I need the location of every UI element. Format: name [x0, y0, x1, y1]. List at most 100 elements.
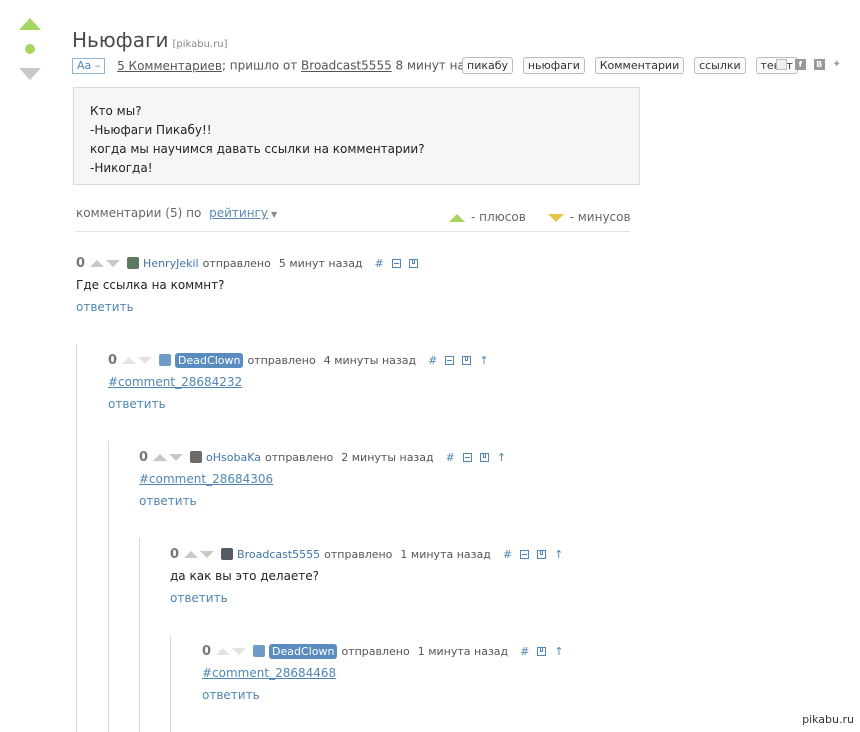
- post-body-line: Кто мы?: [90, 104, 142, 118]
- parent-arrow-icon[interactable]: ↑: [554, 548, 563, 561]
- reply-link[interactable]: ответить: [108, 397, 497, 413]
- post-vote: [18, 18, 44, 80]
- sent-label: отправлено: [265, 450, 334, 464]
- comment-author[interactable]: Broadcast5555: [237, 548, 320, 561]
- reply-link[interactable]: ответить: [170, 591, 571, 607]
- upvote-icon[interactable]: [122, 356, 137, 364]
- downvote-icon[interactable]: [200, 550, 215, 558]
- reply-link[interactable]: ответить: [139, 494, 514, 510]
- comment-author[interactable]: HenryJekil: [143, 257, 199, 270]
- save-icon[interactable]: [408, 259, 418, 268]
- share-icons: f B ✦: [776, 59, 841, 73]
- post-source: [pikabu.ru]: [172, 39, 228, 50]
- chevron-down-icon[interactable]: ▼: [271, 210, 277, 219]
- collapse-icon[interactable]: [391, 259, 401, 268]
- save-icon[interactable]: [537, 550, 547, 559]
- comments-count-label: комментарии (5) по: [76, 206, 202, 220]
- save-icon[interactable]: [776, 59, 787, 70]
- sort-dropdown[interactable]: рейтингу: [209, 206, 268, 220]
- hash-link-icon[interactable]: #: [503, 548, 512, 561]
- post-body-line: когда мы научимся давать ссылки на комме…: [90, 142, 425, 156]
- hash-link-icon[interactable]: #: [375, 257, 384, 270]
- post-body-line: -Ньюфаги Пикабу!!: [90, 123, 212, 137]
- comment-actions: # ↑: [428, 354, 496, 367]
- parent-arrow-icon[interactable]: ↑: [479, 354, 488, 367]
- comment-header: 0 DeadClown отправлено 4 минуты назад # ↑: [108, 352, 497, 368]
- comment-author[interactable]: oHsobaKa: [206, 451, 261, 464]
- downvote-icon[interactable]: [169, 453, 184, 461]
- comment-link[interactable]: #comment_28684468: [202, 666, 572, 682]
- plus-legend-label: - плюсов: [471, 210, 526, 224]
- save-icon[interactable]: [479, 453, 489, 462]
- came-from-label: ; пришло от: [221, 58, 298, 73]
- twitter-icon[interactable]: ✦: [832, 59, 840, 70]
- upvote-icon[interactable]: [153, 453, 168, 461]
- facebook-icon[interactable]: f: [794, 59, 806, 70]
- comment-rating: 0: [170, 546, 180, 562]
- minus-legend-label: - минусов: [569, 210, 631, 224]
- comment-time: 2 минуты назад: [341, 450, 434, 464]
- vk-icon[interactable]: B: [813, 59, 825, 70]
- thread-line: [170, 635, 171, 732]
- thread-line: [108, 441, 109, 732]
- comment-link[interactable]: #comment_28684306: [139, 472, 514, 488]
- save-icon[interactable]: [462, 356, 472, 365]
- upvote-icon[interactable]: [90, 259, 105, 267]
- tag-links[interactable]: ссылки: [694, 57, 746, 74]
- hash-link-icon[interactable]: #: [428, 354, 437, 367]
- reply-link[interactable]: ответить: [76, 300, 426, 316]
- downvote-icon[interactable]: [232, 647, 247, 655]
- comment-link[interactable]: #comment_28684232: [108, 375, 497, 391]
- thread-line: [139, 538, 140, 732]
- downvote-icon[interactable]: [106, 259, 121, 267]
- post-body-line: -Никогда!: [90, 161, 153, 175]
- comment-time: 5 минут назад: [278, 256, 363, 270]
- comment-text: да как вы это делаете?: [170, 569, 320, 583]
- tag-comments[interactable]: Комментарии: [594, 57, 685, 74]
- parent-arrow-icon[interactable]: ↑: [554, 645, 563, 658]
- post-meta: Aa – 5 Комментариев; пришло от Broadcast…: [72, 57, 848, 78]
- hash-link-icon[interactable]: #: [446, 451, 455, 464]
- watermark: pikabu.ru: [802, 713, 854, 726]
- font-size-toggle[interactable]: Aa –: [72, 58, 106, 74]
- tag-newfags[interactable]: ньюфаги: [522, 57, 585, 74]
- comment-rating: 0: [76, 255, 86, 271]
- comments-count-link[interactable]: 5 Комментариев: [117, 59, 222, 73]
- reply-link[interactable]: ответить: [202, 688, 572, 704]
- upvote-icon[interactable]: [184, 550, 199, 558]
- post-author-link[interactable]: Broadcast5555: [301, 59, 392, 73]
- comment-author[interactable]: DeadClown: [175, 352, 244, 368]
- post-title[interactable]: Ньюфаги: [72, 28, 169, 52]
- comment-author[interactable]: DeadClown: [269, 643, 338, 659]
- collapse-icon[interactable]: [445, 356, 455, 365]
- sent-label: отправлено: [324, 547, 393, 561]
- comment-time: 4 минуты назад: [323, 353, 417, 367]
- comment-header: 0 DeadClown отправлено 1 минута назад # ↑: [202, 643, 572, 659]
- avatar: [190, 451, 203, 463]
- collapse-icon[interactable]: [462, 453, 472, 462]
- avatar: [221, 548, 234, 560]
- post-body: Кто мы? -Ньюфаги Пикабу!! когда мы научи…: [73, 87, 640, 185]
- parent-arrow-icon[interactable]: ↑: [497, 451, 506, 464]
- upvote-icon[interactable]: [216, 647, 231, 655]
- save-icon[interactable]: [537, 647, 547, 656]
- comment-actions: # ↑: [520, 645, 571, 658]
- downvote-icon[interactable]: [138, 356, 153, 364]
- sent-label: отправлено: [341, 644, 410, 658]
- comment: 0 DeadClown отправлено 4 минуты назад # ↑…: [108, 352, 497, 413]
- downvote-icon[interactable]: [19, 68, 41, 80]
- tag-pikabu[interactable]: пикабу: [462, 57, 514, 74]
- avatar: [127, 257, 140, 269]
- thread-line: [76, 344, 77, 732]
- avatar: [159, 354, 172, 366]
- hash-link-icon[interactable]: #: [520, 645, 529, 658]
- sent-label: отправлено: [202, 256, 271, 270]
- comment-time: 1 минута назад: [417, 644, 509, 658]
- comment: 0 DeadClown отправлено 1 минута назад # ↑…: [202, 643, 572, 704]
- upvote-icon[interactable]: [19, 18, 41, 30]
- comment-header: 0 HenryJekil отправлено 5 минут назад #: [76, 255, 426, 271]
- collapse-icon[interactable]: [520, 550, 530, 559]
- comment-actions: # ↑: [446, 451, 514, 464]
- comment-rating: 0: [202, 643, 212, 659]
- minus-legend-icon: [547, 213, 564, 222]
